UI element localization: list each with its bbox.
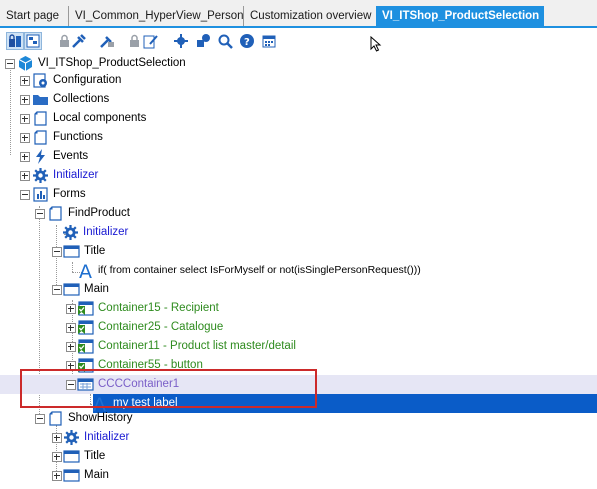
view-mode-icon[interactable] [6,32,24,50]
tree-node-main[interactable]: Main [0,280,597,299]
components-icon[interactable] [194,32,212,50]
tree-node-label: Container11 - Product list master/detail [98,340,296,352]
tree-node-label: Title [84,450,106,462]
annotation-highlight-box [20,369,317,408]
tree-node-functions[interactable]: Functions [0,128,597,147]
expand-toggle[interactable] [52,471,62,481]
tree-node-label: Forms [53,188,86,200]
collapse-toggle[interactable] [20,190,30,200]
configuration-icon [32,72,49,89]
component-tree: VI_ITShop_ProductSelection Configuration… [0,54,597,489]
document-icon [47,205,64,222]
tools-icon[interactable] [70,32,88,50]
document-icon [47,410,64,427]
gear-icon [63,429,80,446]
expand-toggle[interactable] [20,95,30,105]
calendar-icon[interactable] [260,32,278,50]
lock-icon[interactable] [98,32,116,50]
container-icon [77,300,94,317]
tree-node-label: Events [53,150,89,162]
tree-node-label: Title [84,245,106,257]
svg-text:?: ? [244,37,250,48]
tree-node-label: ShowHistory [68,412,133,424]
expand-toggle[interactable] [20,133,30,143]
tree-node-label: Functions [53,131,103,143]
expand-toggle[interactable] [20,76,30,86]
tree-node-label: Main [84,469,109,481]
tree-node-title-label[interactable]: A if( from container select IsForMyself … [0,261,597,283]
tree-node-showhistory-title[interactable]: Title [0,447,597,466]
tree-node-label: Local components [53,112,147,124]
tree-node-label: Initializer [53,169,99,181]
gear-icon [62,224,79,241]
tab-bar: Start page VI_Common_HyperView_Person Cu… [0,0,597,27]
window-icon [63,448,80,465]
tree-node-initializer[interactable]: Initializer [0,166,597,185]
expand-toggle[interactable] [66,323,76,333]
tab-vi-itshop-productselection[interactable]: VI_ITShop_ProductSelection [376,6,544,27]
document-icon [32,129,49,146]
search-icon[interactable] [216,32,234,50]
folder-icon [32,91,49,108]
tab-customization-overview[interactable]: Customization overview [243,6,377,26]
tree-node-label: Collections [53,93,110,105]
collapse-toggle[interactable] [5,59,15,69]
tree-node-label: Configuration [53,74,122,86]
tree-node-configuration[interactable]: Configuration [0,71,597,90]
tree-node-collections[interactable]: Collections [0,90,597,109]
gear-icon [32,167,49,184]
expand-toggle[interactable] [66,304,76,314]
container-icon [77,338,94,355]
tree-node-showhistory-main[interactable]: Main [0,466,597,485]
help-icon[interactable]: ? [238,32,256,50]
tree-view-icon[interactable] [24,32,42,50]
tree-node-label: Initializer [83,226,129,238]
tree-node-label: Initializer [84,431,130,443]
tab-vi-common-hyperview-person[interactable]: VI_Common_HyperView_Person [68,6,250,26]
collapse-toggle[interactable] [52,247,62,257]
tree-node-findproduct-initializer[interactable]: Initializer [0,223,597,242]
document-icon [32,110,49,127]
expand-toggle[interactable] [52,452,62,462]
tree-node-events[interactable]: Events [0,147,597,166]
tree-node-label: Container15 - Recipient [98,302,219,314]
window-icon [63,281,80,298]
collapse-toggle[interactable] [52,285,62,295]
tree-node-label: Main [84,283,109,295]
expand-toggle[interactable] [20,114,30,124]
tree-node-container11[interactable]: Container11 - Product list master/detail [0,337,597,356]
container-icon [77,319,94,336]
settings-icon[interactable] [172,32,190,50]
expand-toggle[interactable] [20,171,30,181]
tree-node-label: if( from container select IsForMyself or… [98,264,421,276]
edit-icon[interactable] [142,32,160,50]
collapse-toggle[interactable] [35,414,45,424]
chart-icon [32,186,49,203]
expand-toggle[interactable] [20,152,30,162]
tree-node-label: VI_ITShop_ProductSelection [38,57,186,69]
tree-node-container15[interactable]: Container15 - Recipient [0,299,597,318]
tab-start-page[interactable]: Start page [0,6,65,26]
expand-toggle[interactable] [52,433,62,443]
cube-icon [17,55,34,72]
tree-node-title[interactable]: Title [0,242,597,261]
tree-node-showhistory[interactable]: ShowHistory [0,409,597,428]
text-label-icon: A [79,261,96,283]
tree-node-showhistory-initializer[interactable]: Initializer [0,428,597,447]
window-icon [63,467,80,484]
tree-node-local-components[interactable]: Local components [0,109,597,128]
toolbar: ? [0,28,597,54]
tree-node-findproduct[interactable]: FindProduct [0,204,597,223]
tree-node-label: Container25 - Catalogue [98,321,224,333]
tree-node-container25[interactable]: Container25 - Catalogue [0,318,597,337]
lightning-icon [32,148,49,165]
expand-toggle[interactable] [66,342,76,352]
collapse-toggle[interactable] [35,209,45,219]
tree-node-forms[interactable]: Forms [0,185,597,204]
mouse-cursor-icon [370,35,382,55]
window-icon [63,243,80,260]
svg-text:A: A [79,261,92,280]
tree-node-label: FindProduct [68,207,131,219]
